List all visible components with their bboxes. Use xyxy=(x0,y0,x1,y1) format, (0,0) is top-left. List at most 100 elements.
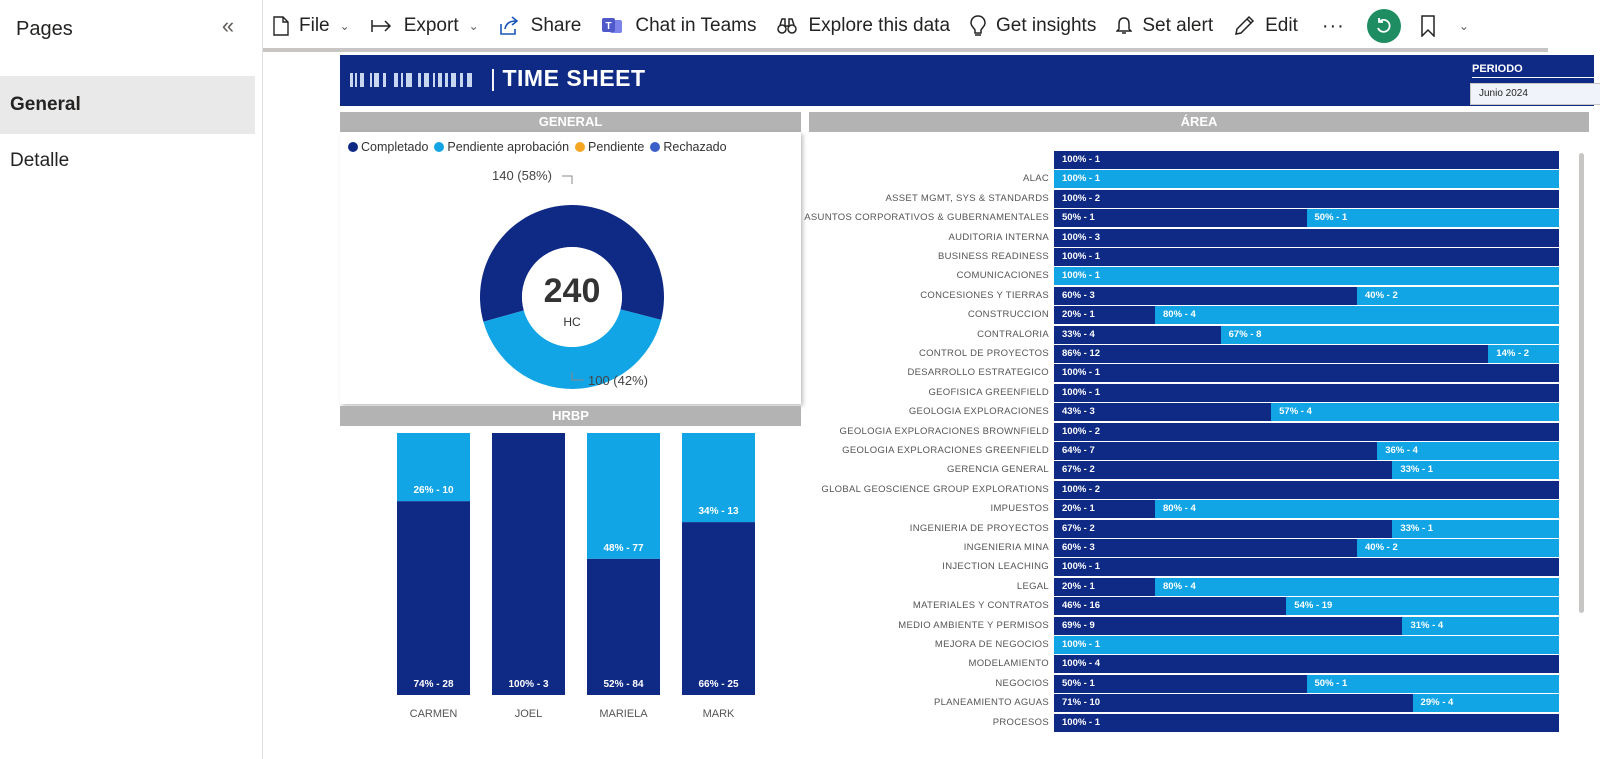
area-row[interactable]: CONCESIONES Y TIERRAS 60% - 3 40% - 2 xyxy=(809,286,1589,305)
collapse-pane-icon[interactable]: « xyxy=(216,13,240,38)
area-bar-segment[interactable]: 40% - 2 xyxy=(1357,286,1559,305)
export-menu[interactable]: Export ⌄ xyxy=(360,0,489,52)
area-row[interactable]: MEJORA DE NEGOCIOS 100% - 1 xyxy=(809,636,1589,654)
area-bar-segment[interactable]: 86% - 12 xyxy=(1054,345,1489,363)
area-bar-segment[interactable]: 33% - 1 xyxy=(1392,519,1559,538)
area-row[interactable]: ALAC 100% - 1 xyxy=(809,170,1589,189)
bookmark-button[interactable]: ⌄ xyxy=(1415,0,1475,52)
get-insights-button[interactable]: Get insights xyxy=(960,0,1106,52)
area-bar-segment[interactable]: 100% - 2 xyxy=(1054,189,1559,208)
area-bar-segment[interactable]: 100% - 1 xyxy=(1054,267,1559,286)
area-row[interactable]: INGENIERIA DE PROYECTOS 67% - 2 33% - 1 xyxy=(809,519,1589,538)
chevron-down-icon[interactable]: ⌄ xyxy=(1459,19,1469,33)
area-row[interactable]: LEGAL 20% - 1 80% - 4 xyxy=(809,577,1589,596)
area-bar-segment[interactable]: 80% - 4 xyxy=(1155,577,1559,596)
area-row[interactable]: GERENCIA GENERAL 67% - 2 33% - 1 xyxy=(809,461,1589,480)
area-row[interactable]: COMUNICACIONES 100% - 1 xyxy=(809,267,1589,286)
area-row[interactable]: IMPUESTOS 20% - 1 80% - 4 xyxy=(809,500,1589,519)
area-bar-segment[interactable]: 80% - 4 xyxy=(1155,500,1559,519)
area-row[interactable]: GEOFISICA GREENFIELD 100% - 1 xyxy=(809,383,1589,402)
area-bar-segment[interactable]: 100% - 4 xyxy=(1054,655,1559,674)
area-row[interactable]: GLOBAL GEOSCIENCE GROUP EXPLORATIONS 100%… xyxy=(809,480,1589,499)
edit-button[interactable]: Edit xyxy=(1223,0,1308,52)
area-row[interactable]: BUSINESS READINESS 100% - 1 xyxy=(809,248,1589,266)
area-row[interactable]: PROCESOS 100% - 1 xyxy=(809,713,1589,732)
area-bar-segment[interactable]: 57% - 4 xyxy=(1271,403,1559,422)
area-row[interactable]: AUDITORIA INTERNA 100% - 3 xyxy=(809,228,1589,247)
area-bar-segment[interactable]: 33% - 4 xyxy=(1054,325,1221,344)
area-bar-segment[interactable]: 64% - 7 xyxy=(1054,442,1378,460)
area-bar-segment[interactable]: 100% - 1 xyxy=(1054,558,1559,577)
area-row[interactable]: PLANEAMIENTO AGUAS 71% - 10 29% - 4 xyxy=(809,694,1589,713)
explore-data-button[interactable]: Explore this data xyxy=(766,0,960,52)
area-bar-segment[interactable]: 20% - 1 xyxy=(1054,577,1155,596)
area-bar-segment[interactable]: 31% - 4 xyxy=(1402,616,1559,635)
area-bar-segment[interactable]: 46% - 16 xyxy=(1054,597,1287,616)
file-menu[interactable]: File ⌄ xyxy=(263,0,360,52)
area-bar-segment[interactable]: 20% - 1 xyxy=(1054,306,1155,325)
hrbp-bar-segment[interactable] xyxy=(587,433,660,559)
area-bar-segment[interactable]: 67% - 2 xyxy=(1054,519,1393,538)
area-bar-segment[interactable]: 60% - 3 xyxy=(1054,286,1357,305)
area-bar-segment[interactable]: 100% - 2 xyxy=(1054,480,1559,499)
area-bar-segment[interactable]: 67% - 8 xyxy=(1220,325,1559,344)
area-bar-segment[interactable]: 100% - 1 xyxy=(1054,713,1559,732)
area-row[interactable]: INJECTION LEACHING 100% - 1 xyxy=(809,558,1589,577)
hrbp-stacked-bar-chart[interactable]: 74% - 28 26% - 10 CARMEN 100% - 3 JOEL 52% - … xyxy=(340,405,801,759)
area-row[interactable]: CONSTRUCCION 20% - 1 80% - 4 xyxy=(809,306,1589,325)
set-alert-button[interactable]: Set alert xyxy=(1106,0,1223,52)
area-bar-segment[interactable]: 100% - 1 xyxy=(1054,151,1559,169)
area-row[interactable]: 100% - 1 xyxy=(809,151,1589,169)
area-bar-segment[interactable]: 80% - 4 xyxy=(1155,306,1559,325)
hrbp-bar-segment[interactable] xyxy=(397,501,470,695)
area-bar-segment[interactable]: 50% - 1 xyxy=(1054,674,1307,693)
area-bar-segment[interactable]: 100% - 1 xyxy=(1054,170,1559,189)
area-bar-segment[interactable]: 36% - 4 xyxy=(1377,442,1559,460)
share-button[interactable]: Share xyxy=(489,0,592,52)
refresh-button[interactable] xyxy=(1366,9,1401,43)
area-row[interactable]: MODELAMIENTO 100% - 4 xyxy=(809,655,1589,674)
more-options-icon[interactable]: ··· xyxy=(1308,0,1359,52)
hrbp-bar-segment[interactable] xyxy=(587,558,660,695)
periodo-dropdown[interactable]: Junio 2024 ⌄ xyxy=(1470,83,1600,105)
area-bar-segment[interactable]: 69% - 9 xyxy=(1054,616,1403,635)
area-bar-segment[interactable]: 50% - 1 xyxy=(1054,209,1307,228)
general-donut-visual[interactable]: Completado Pendiente aprobación Pendient… xyxy=(340,132,801,404)
page-item-general[interactable]: General xyxy=(0,76,255,134)
area-row[interactable]: MEDIO AMBIENTE Y PERMISOS 69% - 9 31% - 4 xyxy=(809,616,1589,635)
area-bar-chart[interactable]: 100% - 1 ALAC 100% - 1 ASSET MGMT, SYS & ST… xyxy=(804,111,1589,759)
area-bar-segment[interactable]: 14% - 2 xyxy=(1488,345,1559,363)
area-bar-segment[interactable]: 100% - 1 xyxy=(1054,383,1559,402)
area-row[interactable]: GEOLOGIA EXPLORACIONES GREENFIELD 64% - 7… xyxy=(809,442,1589,460)
hrbp-bar-segment[interactable] xyxy=(492,433,565,695)
area-bar-segment[interactable]: 100% - 1 xyxy=(1054,636,1559,654)
hrbp-bar-segment[interactable] xyxy=(682,522,755,695)
area-bar-segment[interactable]: 100% - 3 xyxy=(1054,228,1559,247)
area-bar-segment[interactable]: 67% - 2 xyxy=(1054,461,1393,480)
area-bar-segment[interactable]: 33% - 1 xyxy=(1392,461,1559,480)
area-row[interactable]: DESARROLLO ESTRATEGICO 100% - 1 xyxy=(809,364,1589,383)
area-bar-segment[interactable]: 100% - 1 xyxy=(1054,248,1559,266)
area-bar-segment[interactable]: 100% - 1 xyxy=(1054,364,1559,383)
area-bar-segment[interactable]: 50% - 1 xyxy=(1306,209,1559,228)
area-bar-segment[interactable]: 54% - 19 xyxy=(1286,597,1559,616)
area-row[interactable]: GEOLOGIA EXPLORACIONES BROWNFIELD 100% - … xyxy=(809,422,1589,441)
area-row[interactable]: INGENIERIA MINA 60% - 3 40% - 2 xyxy=(809,539,1589,557)
area-bar-segment[interactable]: 40% - 2 xyxy=(1357,539,1559,557)
vertical-scrollbar[interactable] xyxy=(1579,153,1584,613)
area-bar-segment[interactable]: 71% - 10 xyxy=(1054,694,1413,713)
area-bar-segment[interactable]: 43% - 3 xyxy=(1054,403,1272,422)
chat-in-teams-button[interactable]: T Chat in Teams xyxy=(591,0,766,52)
area-bar-segment[interactable]: 60% - 3 xyxy=(1054,539,1357,557)
area-bar-segment[interactable]: 29% - 4 xyxy=(1412,694,1559,713)
area-row[interactable]: GEOLOGIA EXPLORACIONES 43% - 3 57% - 4 xyxy=(809,403,1589,422)
area-row[interactable]: NEGOCIOS 50% - 1 50% - 1 xyxy=(809,674,1589,693)
area-bar-segment[interactable]: 100% - 2 xyxy=(1054,422,1559,441)
area-row[interactable]: ASUNTOS CORPORATIVOS & GUBERNAMENTALES 50… xyxy=(804,209,1589,228)
area-row[interactable]: CONTROL DE PROYECTOS 86% - 12 14% - 2 xyxy=(809,345,1589,363)
page-item-detalle[interactable]: Detalle xyxy=(0,132,255,190)
area-row[interactable]: ASSET MGMT, SYS & STANDARDS 100% - 2 xyxy=(809,189,1589,208)
area-bar-segment[interactable]: 50% - 1 xyxy=(1306,674,1559,693)
area-bar-segment[interactable]: 20% - 1 xyxy=(1054,500,1155,519)
area-row[interactable]: CONTRALORIA 33% - 4 67% - 8 xyxy=(809,325,1589,344)
